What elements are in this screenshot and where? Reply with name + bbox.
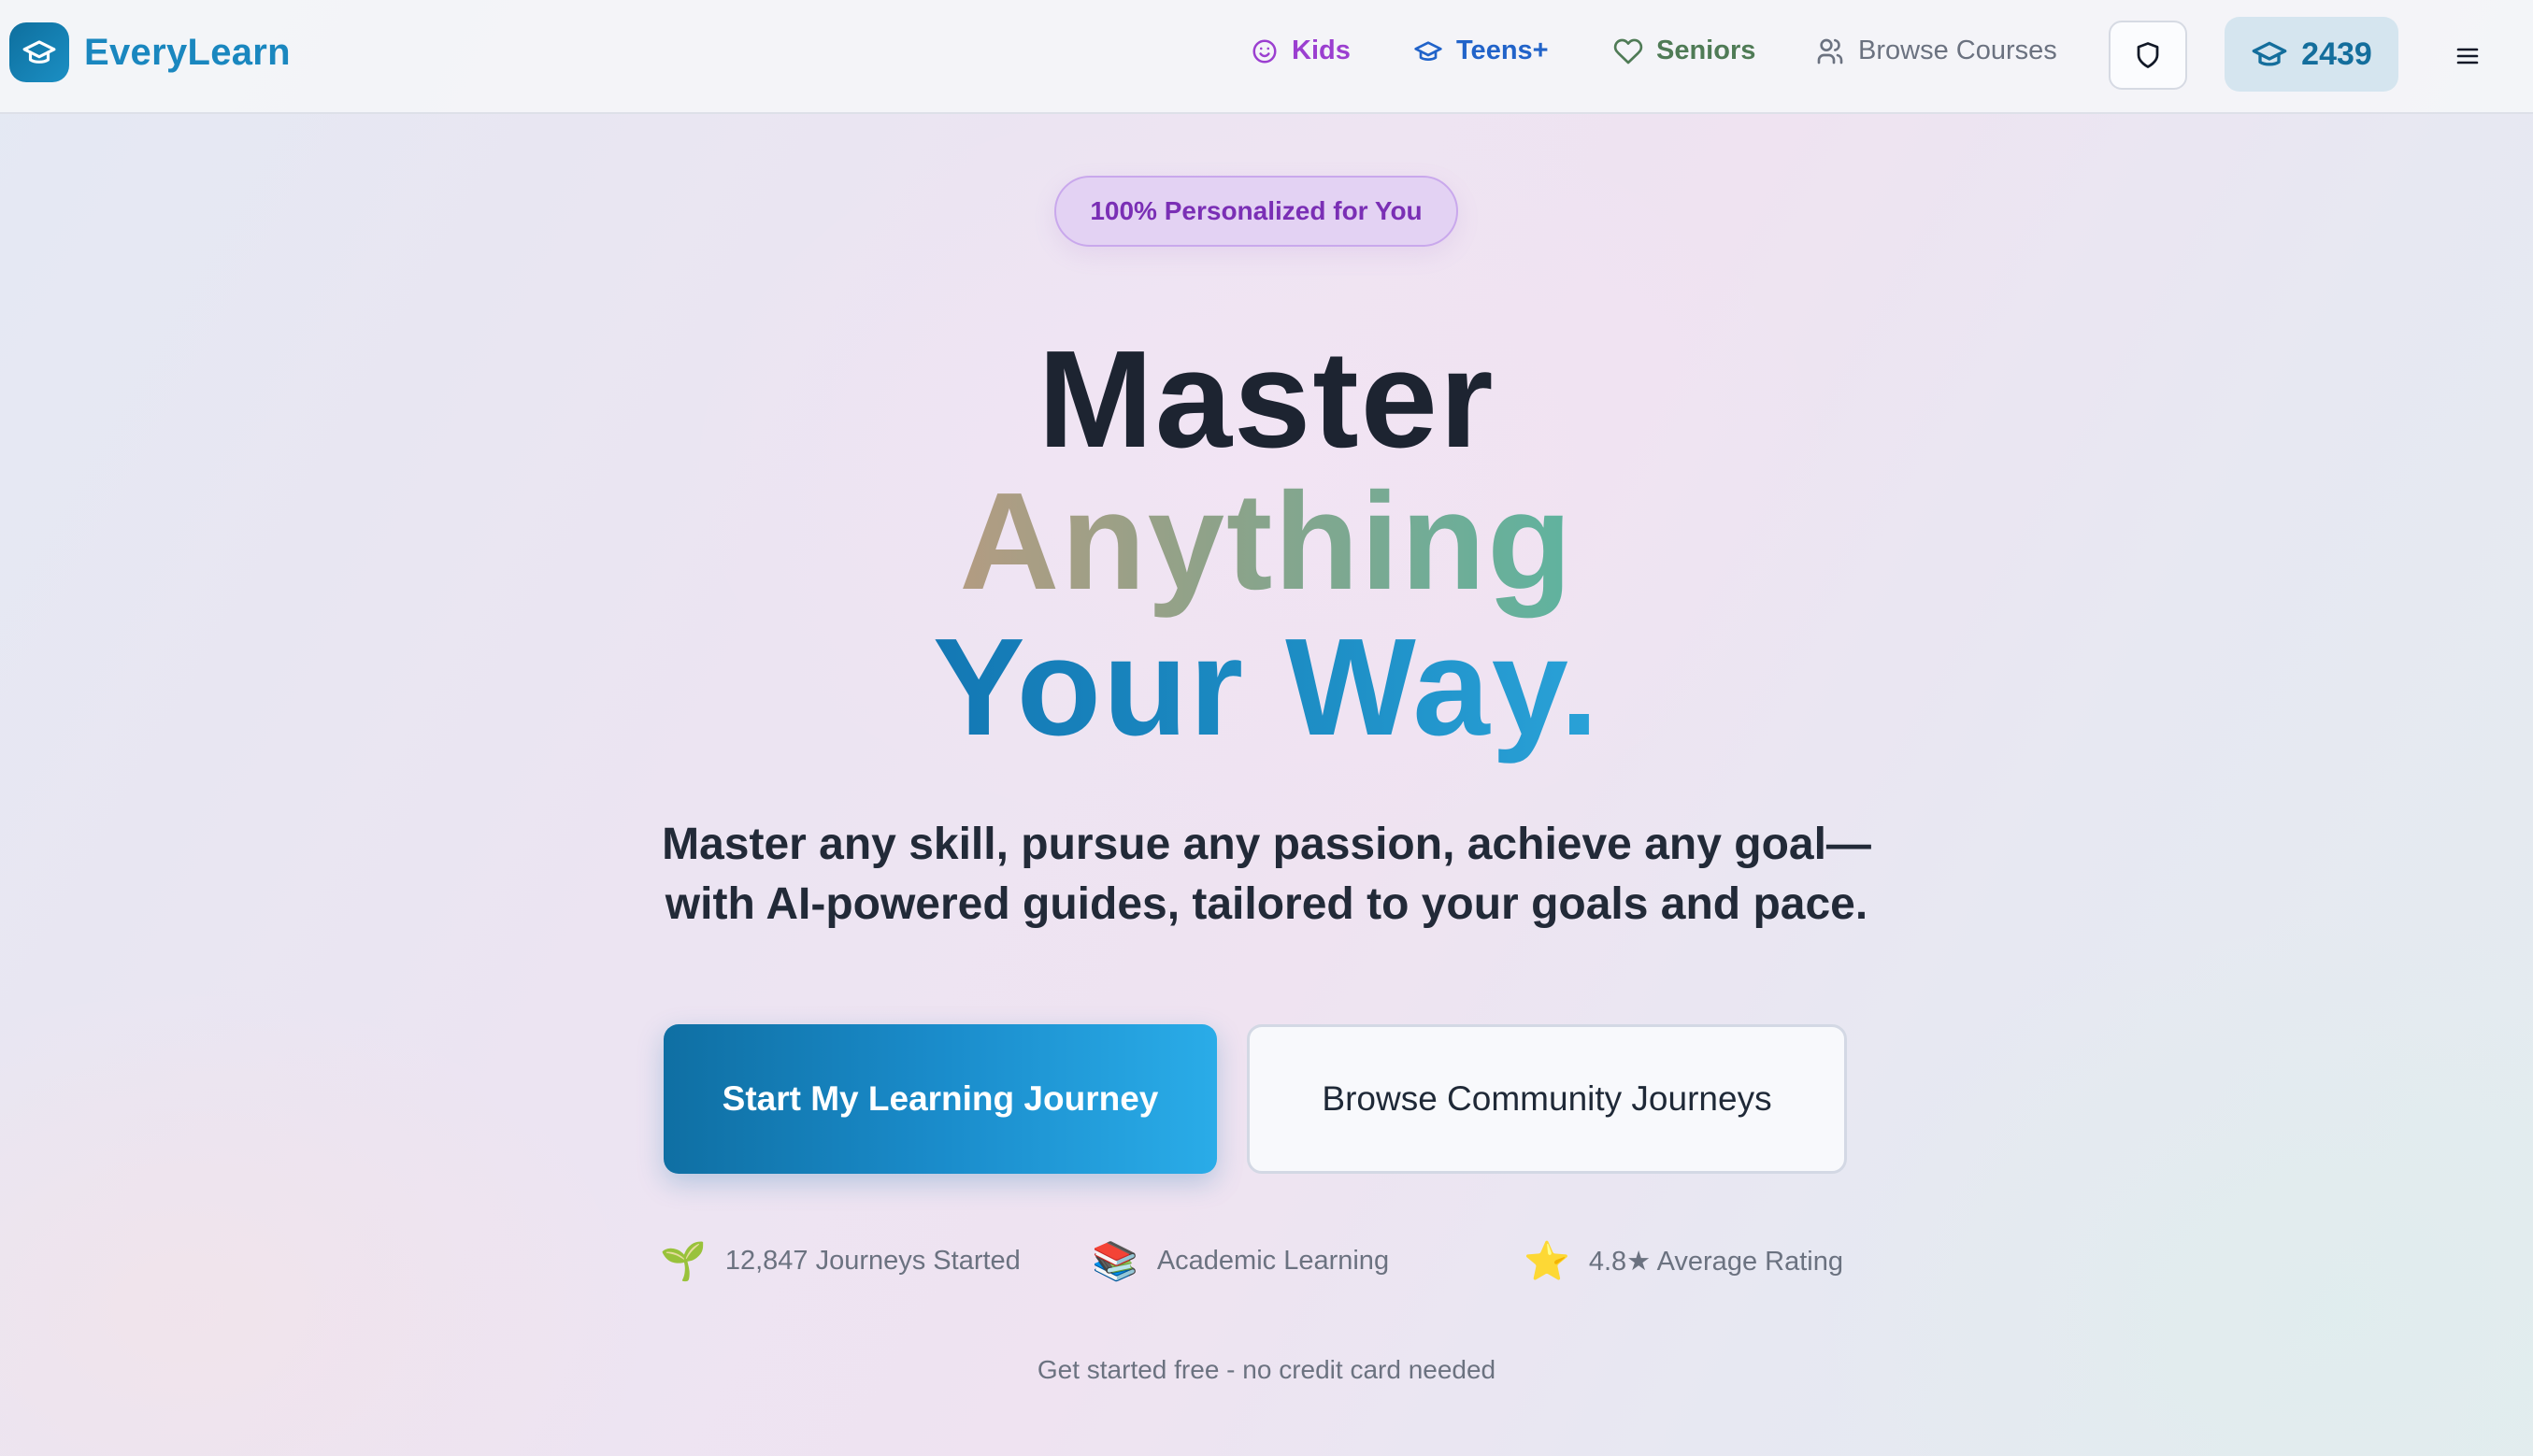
subtitle-line-2: with AI-powered guides, tailored to your… xyxy=(665,879,1868,929)
headline-line-3: Your Way. xyxy=(0,613,2533,763)
headline-anything: Anything xyxy=(959,464,1574,619)
nav-browse-label: Browse Courses xyxy=(1858,36,2057,65)
books-icon: 📚 xyxy=(1092,1240,1138,1283)
hero-subtitle: Master any skill, pursue any passion, ac… xyxy=(0,815,2533,935)
brand[interactable]: EveryLearn xyxy=(9,22,291,82)
hamburger-menu-icon[interactable] xyxy=(2449,37,2486,75)
nav-browse-courses[interactable]: Browse Courses xyxy=(1815,36,2057,66)
smile-icon xyxy=(1252,39,1277,63)
admin-shield-button[interactable] xyxy=(2109,21,2187,90)
stat-journeys-text: 12,847 Journeys Started xyxy=(724,1246,1021,1276)
heart-icon xyxy=(1613,38,1643,64)
nav-kids[interactable]: Kids xyxy=(1251,36,1351,66)
stat-academic-text: Academic Learning xyxy=(1156,1246,1390,1276)
subtitle-line-1: Master any skill, pursue any passion, ac… xyxy=(662,820,1871,869)
nav-seniors[interactable]: Seniors xyxy=(1613,36,1755,66)
nav-kids-label: Kids xyxy=(1292,36,1351,65)
star-icon: ⭐ xyxy=(1524,1240,1570,1283)
nav-teens-label: Teens+ xyxy=(1456,36,1549,65)
points-value: 2439 xyxy=(2301,36,2372,72)
graduation-cap-icon xyxy=(1414,40,1442,61)
browse-community-journeys-button[interactable]: Browse Community Journeys xyxy=(1247,1024,1847,1174)
graduation-cap-icon xyxy=(2252,41,2287,66)
stat-journeys-started: 🌱 12,847 Journeys Started xyxy=(660,1239,1021,1283)
nav-teens[interactable]: Teens+ xyxy=(1413,36,1549,66)
top-navbar: EveryLearn Kids Teens+ Seniors Browse Co… xyxy=(0,0,2533,114)
points-counter[interactable]: 2439 xyxy=(2225,17,2398,92)
headline-your-way: Your Way. xyxy=(932,610,1601,764)
headline-line-2: Anything xyxy=(0,467,2533,617)
headline-line-1: Master xyxy=(1038,322,1495,477)
graduation-cap-icon xyxy=(9,22,69,82)
shield-icon xyxy=(2137,42,2159,68)
users-icon xyxy=(1817,38,1843,64)
nav-seniors-label: Seniors xyxy=(1656,36,1756,65)
brand-name: EveryLearn xyxy=(84,31,291,73)
free-start-footnote: Get started free - no credit card needed xyxy=(1037,1355,1496,1384)
stat-rating-text: 4.8★ Average Rating xyxy=(1588,1247,1843,1277)
stat-average-rating: ⭐ 4.8★ Average Rating xyxy=(1524,1239,1843,1283)
personalized-badge: 100% Personalized for You xyxy=(1054,176,1458,247)
start-learning-journey-button[interactable]: Start My Learning Journey xyxy=(664,1024,1217,1174)
seedling-icon: 🌱 xyxy=(660,1240,707,1283)
stat-academic-learning: 📚 Academic Learning xyxy=(1092,1239,1389,1283)
